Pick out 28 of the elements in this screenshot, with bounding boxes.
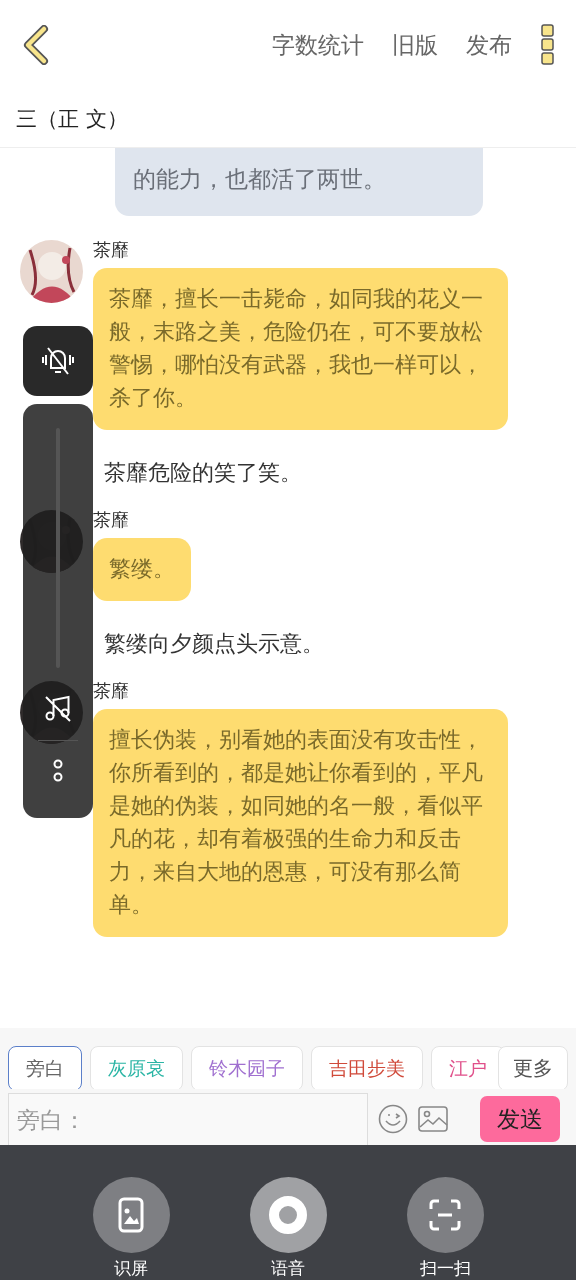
back-icon[interactable] — [22, 25, 50, 65]
input-field[interactable]: 旁白： — [8, 1093, 368, 1145]
chat-bubble: 的能力，也都活了两世。 — [115, 148, 483, 216]
send-button[interactable]: 发送 — [480, 1096, 560, 1142]
narration-text: 茶靡危险的笑了笑。 — [104, 459, 303, 487]
emoji-icon[interactable] — [378, 1104, 408, 1134]
more-icon[interactable] — [540, 23, 556, 67]
header-link[interactable]: 发布 — [466, 29, 512, 61]
sender-name: 茶靡 — [93, 238, 130, 262]
header-link[interactable]: 旧版 — [392, 29, 438, 61]
image-icon — [118, 1197, 144, 1233]
narration-text: 繁缕向夕颜点头示意。 — [104, 630, 325, 658]
mute-button[interactable] — [23, 326, 93, 396]
role-tab[interactable]: 吉田步美 — [311, 1046, 423, 1089]
dots-icon[interactable] — [52, 759, 64, 783]
record-icon — [268, 1195, 308, 1235]
header-link[interactable]: 字数统计 — [272, 29, 364, 61]
chapter-title: 三（正 文） — [16, 105, 128, 133]
more-button[interactable]: 更多 — [498, 1046, 568, 1089]
image-icon[interactable] — [418, 1106, 448, 1132]
sender-name: 茶靡 — [93, 679, 130, 703]
sender-name: 茶靡 — [93, 508, 130, 532]
scan-icon — [429, 1199, 461, 1231]
role-tab[interactable]: 铃木园子 — [191, 1046, 303, 1089]
chat-bubble: 擅长伪装，别看她的表面没有攻击性，你所看到的，都是她让你看到的，平凡是她的伪装，如同她的名一般，看似平凡的花，却有着极强的生命力和反击力，来自大地的恩惠，可没有那么简单。 — [93, 709, 508, 937]
role-tab[interactable]: 旁白 — [8, 1046, 82, 1089]
chat-bubble: 繁缕。 — [93, 538, 191, 601]
chat-bubble: 茶靡，擅长一击毙命，如同我的花义一般，末路之美，危险仍在，可不要放松警惕，哪怕没有武器，我也一样可以，杀了你。 — [93, 268, 508, 430]
